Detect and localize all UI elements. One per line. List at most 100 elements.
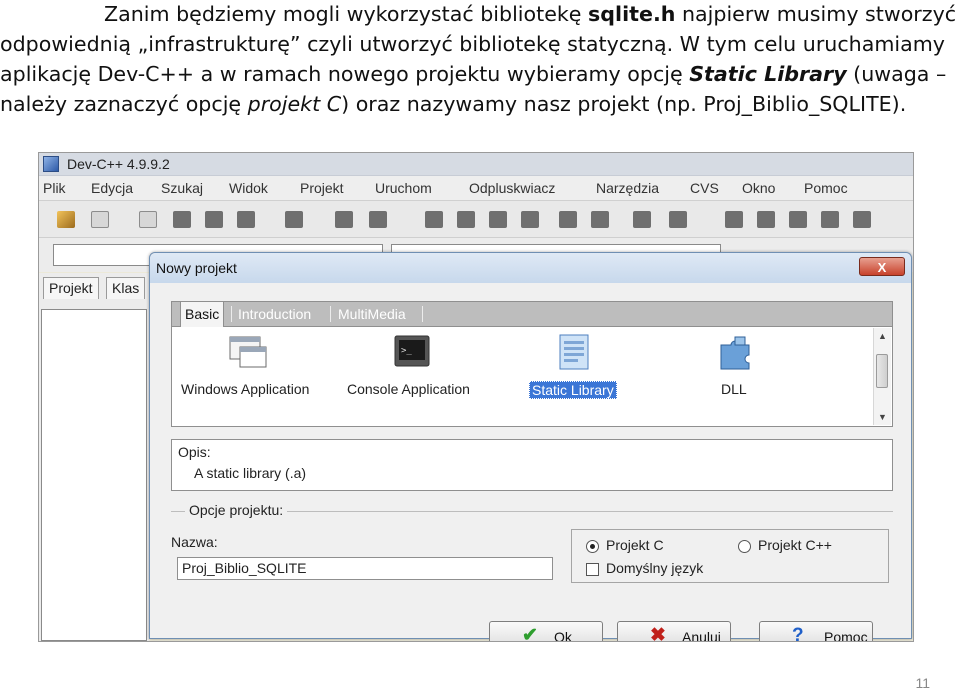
toolbar	[39, 201, 913, 238]
radio-projekt-c-label[interactable]: Projekt C	[606, 537, 664, 553]
project-type-label: Windows Application	[181, 381, 310, 397]
close-file-icon[interactable]	[237, 211, 255, 228]
scroll-down-arrow-icon[interactable]: ▼	[874, 409, 891, 425]
text-segment: najpierw musimy stworzyć	[675, 2, 957, 26]
text-segment: (uwaga –	[846, 62, 947, 86]
open-project-icon[interactable]	[57, 211, 75, 228]
help-button[interactable]: ? Pomoc	[759, 621, 873, 642]
tab-separator	[231, 306, 232, 322]
run-icon[interactable]	[757, 211, 775, 228]
project-name-label: Nazwa:	[171, 534, 218, 550]
project-type-label: Console Application	[347, 381, 470, 397]
cancel-button-label: Anuluj	[682, 629, 721, 642]
tab-projekt[interactable]: Projekt	[43, 277, 99, 299]
find-icon[interactable]	[425, 211, 443, 228]
menu-item-odpluskwiacz[interactable]: Odpluskwiacz	[469, 180, 555, 196]
paragraph-line-4: należy zaznaczyć opcję projekt C) oraz n…	[0, 90, 906, 120]
goto-line-icon[interactable]	[521, 211, 539, 228]
replace-icon[interactable]	[457, 211, 475, 228]
page-number: 11	[915, 675, 930, 691]
scroll-up-arrow-icon[interactable]: ▲	[874, 328, 891, 344]
text-segment-bold: sqlite.h	[588, 2, 676, 26]
default-language-label[interactable]: Domyślny język	[606, 560, 703, 576]
text-segment-italic: projekt C	[247, 92, 342, 116]
check-icon: ✔	[522, 625, 538, 642]
text-segment: ) oraz nazywamy nasz projekt (np. Proj_B…	[341, 92, 907, 116]
insert-icon[interactable]	[669, 211, 687, 228]
close-button[interactable]: X	[859, 257, 905, 276]
paragraph-line-1: Zanim będziemy mogli wykorzystać bibliot…	[104, 0, 956, 30]
compile-run-icon[interactable]	[789, 211, 807, 228]
compile-icon[interactable]	[725, 211, 743, 228]
radio-projekt-c[interactable]	[586, 540, 599, 553]
app-title: Dev-C++ 4.9.9.2	[67, 156, 170, 172]
class-browser-icon[interactable]	[633, 211, 651, 228]
menu-item-uruchom[interactable]: Uruchom	[375, 180, 432, 196]
window-icon	[229, 336, 267, 368]
radio-projekt-cpp[interactable]	[738, 540, 751, 553]
options-group-title: Opcje projektu:	[185, 502, 288, 518]
svg-text:>_: >_	[401, 346, 412, 356]
menu-item-plik[interactable]: Plik	[43, 180, 66, 196]
ok-button-label: Ok	[554, 629, 572, 642]
console-icon: >_	[394, 335, 430, 367]
blank-file-icon[interactable]	[139, 211, 157, 228]
tab-multimedia[interactable]: MultiMedia	[334, 302, 410, 326]
description-text: A static library (.a)	[194, 465, 307, 481]
new-project-dialog: Nowy projekt X Basic Introduction MultiM…	[149, 252, 912, 641]
help-button-label: Pomoc	[824, 629, 868, 642]
print-icon[interactable]	[285, 211, 303, 228]
save-icon[interactable]	[173, 211, 191, 228]
rebuild-icon[interactable]	[821, 211, 839, 228]
default-language-checkbox[interactable]	[586, 563, 599, 576]
save-all-icon[interactable]	[205, 211, 223, 228]
menu-item-cvs[interactable]: CVS	[690, 180, 719, 196]
app-titlebar: Dev-C++ 4.9.9.2	[39, 153, 913, 176]
new-file-icon[interactable]	[91, 211, 109, 228]
tab-klasy[interactable]: Klas	[106, 277, 146, 299]
dialog-title: Nowy projekt	[156, 260, 237, 276]
menu-item-edycja[interactable]: Edycja	[91, 180, 133, 196]
library-icon	[559, 334, 589, 370]
find-next-icon[interactable]	[489, 211, 507, 228]
undo-icon[interactable]	[335, 211, 353, 228]
ok-button[interactable]: ✔ Ok	[489, 621, 603, 642]
text-segment-bold-italic: Static Library	[689, 62, 847, 86]
tab-separator	[422, 306, 423, 322]
project-type-list: Windows Application >_ Console Applicati…	[171, 327, 893, 427]
cancel-button[interactable]: ✖ Anuluj	[617, 621, 731, 642]
bookmark-icon[interactable]	[559, 211, 577, 228]
project-panel: Projekt Klas	[39, 273, 149, 641]
goto-bookmark-icon[interactable]	[591, 211, 609, 228]
description-box: Opis: A static library (.a)	[171, 439, 893, 491]
tab-introduction[interactable]: Introduction	[234, 302, 315, 326]
question-icon: ?	[792, 625, 804, 642]
cross-icon: ✖	[650, 625, 666, 642]
text-segment: Zanim będziemy mogli wykorzystać bibliot…	[104, 2, 589, 26]
project-name-input[interactable]: Proj_Biblio_SQLITE	[177, 557, 553, 580]
tab-basic[interactable]: Basic	[180, 301, 225, 328]
text-segment: należy zaznaczyć opcję	[0, 92, 248, 116]
project-type-label: DLL	[721, 381, 747, 397]
menu-item-pomoc[interactable]: Pomoc	[804, 180, 848, 196]
menu-item-szukaj[interactable]: Szukaj	[161, 180, 203, 196]
dialog-body: Basic Introduction MultiMedia Windows Ap	[157, 283, 905, 641]
puzzle-icon	[720, 336, 750, 370]
scroll-thumb[interactable]	[876, 354, 888, 388]
dialog-titlebar: Nowy projekt X	[150, 253, 911, 283]
menu-item-projekt[interactable]: Projekt	[300, 180, 344, 196]
language-options-box: Projekt C Projekt C++ Domyślny język	[571, 529, 889, 583]
project-category-tabs: Basic Introduction MultiMedia	[171, 301, 893, 328]
project-list-scrollbar[interactable]: ▲ ▼	[873, 328, 891, 425]
tab-separator	[330, 306, 331, 322]
devcpp-screenshot: Dev-C++ 4.9.9.2 Plik Edycja Szukaj Widok…	[38, 152, 914, 642]
menu-item-narzedzia[interactable]: Narzędzia	[596, 180, 659, 196]
radio-projekt-cpp-label[interactable]: Projekt C++	[758, 537, 832, 553]
check-icon[interactable]	[853, 211, 871, 228]
devcpp-app-icon	[43, 156, 59, 172]
menu-item-widok[interactable]: Widok	[229, 180, 268, 196]
paragraph-line-2: odpowiednią „infrastrukturę” czyli utwor…	[0, 32, 945, 56]
menu-item-okno[interactable]: Okno	[742, 180, 775, 196]
redo-icon[interactable]	[369, 211, 387, 228]
text-segment: aplikację Dev-C++ a w ramach nowego proj…	[0, 62, 690, 86]
